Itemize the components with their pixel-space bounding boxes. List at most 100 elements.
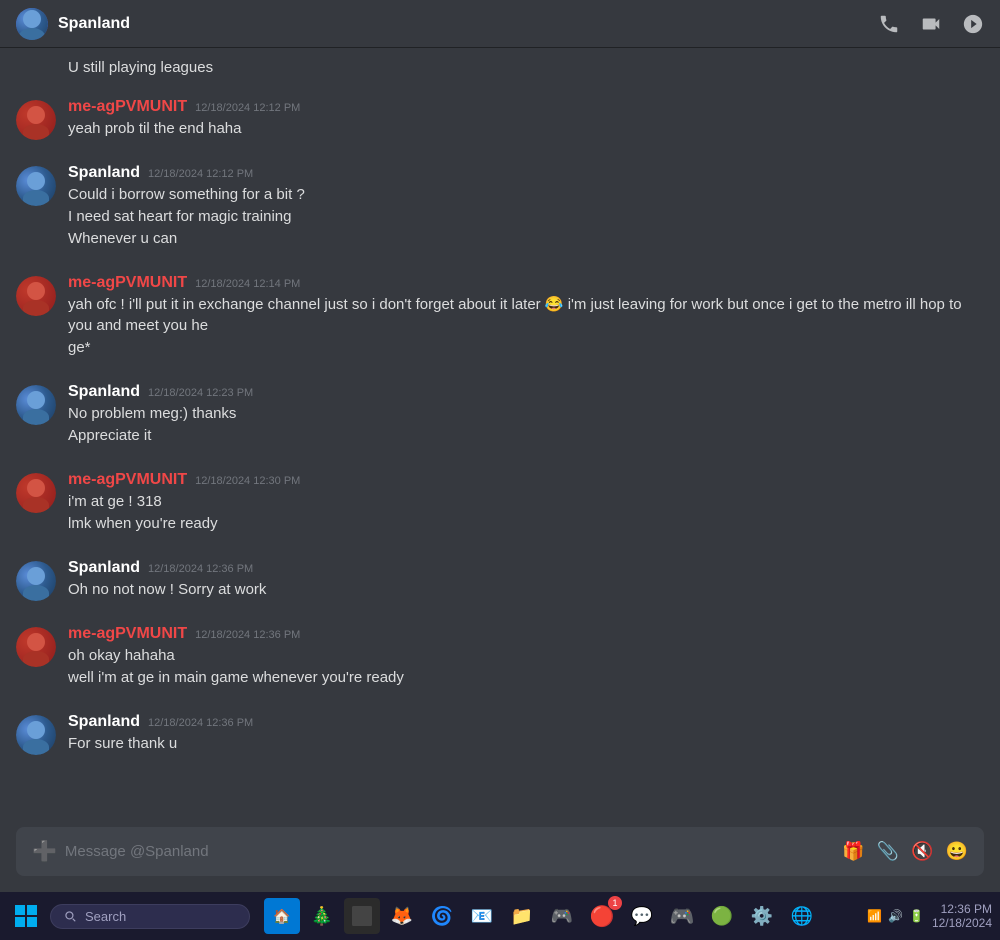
taskbar: Search 🏠 🎄 🦊 🌀 📧 📁 🎮 🔴 1 💬 🎮 🟢 ⚙️ 🌐 📶 🔊 — [0, 892, 1000, 940]
username-spanland: Spanland — [68, 713, 140, 731]
time-display: 12:36 PM — [932, 902, 992, 916]
taskbar-app-icon-2[interactable]: 🎄 — [304, 898, 340, 934]
message-text-1: Oh no not now ! Sorry at work — [68, 579, 984, 600]
message-text: U still playing leagues — [68, 59, 213, 76]
timestamp: 12/18/2024 12:36 PM — [195, 629, 300, 641]
header-left: Spanland — [16, 8, 130, 40]
voice-call-icon[interactable] — [878, 13, 900, 35]
message-group-spanland-2: Spanland 12/18/2024 12:23 PM No problem … — [0, 379, 1000, 451]
clock[interactable]: 12:36 PM 12/18/2024 — [932, 902, 992, 930]
volume-icon[interactable]: 🔊 — [888, 909, 903, 923]
timestamp: 12/18/2024 12:36 PM — [148, 563, 253, 575]
wifi-icon[interactable]: 📶 — [867, 909, 882, 923]
message-group-spanland-1: Spanland 12/18/2024 12:12 PM Could i bor… — [0, 160, 1000, 254]
message-header: Spanland 12/18/2024 12:12 PM — [68, 164, 984, 182]
battery-icon[interactable]: 🔋 — [909, 909, 924, 923]
message-content: me-agPVMUNIT 12/18/2024 12:30 PM i'm at … — [68, 471, 984, 535]
message-text: yeah prob til the end haha — [68, 118, 984, 139]
avatar-spanland — [16, 166, 56, 206]
message-header: me-agPVMUNIT 12/18/2024 12:14 PM — [68, 274, 984, 292]
avatar-spanland — [16, 561, 56, 601]
taskbar-app-icon-11[interactable]: 🟢 — [704, 898, 740, 934]
timestamp: 12/18/2024 12:36 PM — [148, 717, 253, 729]
taskbar-app-icon-6[interactable]: 📧 — [464, 898, 500, 934]
avatar-me — [16, 100, 56, 140]
video-call-icon[interactable] — [920, 13, 942, 35]
message-text-2: I need sat heart for magic training — [68, 206, 984, 227]
taskbar-app-icon-12[interactable]: ⚙️ — [744, 898, 780, 934]
timestamp: 12/18/2024 12:12 PM — [148, 168, 253, 180]
avatar-spanland — [16, 385, 56, 425]
username-spanland: Spanland — [68, 559, 140, 577]
taskbar-app-icon-discord[interactable]: 🎮 — [664, 898, 700, 934]
message-input-bar[interactable]: ➕ Message @Spanland 🎁 📎 🔇 😀 — [16, 827, 984, 876]
message-group-me-2: me-agPVMUNIT 12/18/2024 12:14 PM yah ofc… — [0, 270, 1000, 363]
timestamp: 12/18/2024 12:23 PM — [148, 387, 253, 399]
taskbar-app-icon-4[interactable]: 🦊 — [384, 898, 420, 934]
header-right — [878, 13, 984, 35]
message-text-2: Appreciate it — [68, 425, 984, 446]
message-text-2: lmk when you're ready — [68, 513, 984, 534]
message-content: Spanland 12/18/2024 12:23 PM No problem … — [68, 383, 984, 447]
message-text-1: Could i borrow something for a bit ? — [68, 184, 984, 205]
message-text-1: No problem meg:) thanks — [68, 403, 984, 424]
message-continuation-1: U still playing leagues — [0, 56, 1000, 80]
taskbar-tray: 📶 🔊 🔋 12:36 PM 12/18/2024 — [867, 902, 992, 930]
chat-header: Spanland — [0, 0, 1000, 48]
message-header: me-agPVMUNIT 12/18/2024 12:36 PM — [68, 625, 984, 643]
gift-icon[interactable]: 🎁 — [842, 841, 864, 862]
message-header: Spanland 12/18/2024 12:23 PM — [68, 383, 984, 401]
sticker-icon[interactable]: 🔇 — [911, 841, 933, 862]
timestamp: 12/18/2024 12:12 PM — [195, 102, 300, 114]
taskbar-apps: 🏠 🎄 🦊 🌀 📧 📁 🎮 🔴 1 💬 🎮 🟢 ⚙️ 🌐 — [264, 898, 820, 934]
taskbar-app-icon-8[interactable]: 🎮 — [544, 898, 580, 934]
notification-badge: 1 — [608, 896, 622, 910]
start-button[interactable] — [8, 898, 44, 934]
message-content: me-agPVMUNIT 12/18/2024 12:12 PM yeah pr… — [68, 98, 984, 140]
username-me: me-agPVMUNIT — [68, 471, 187, 489]
username-spanland: Spanland — [68, 164, 140, 182]
message-group-me-3: me-agPVMUNIT 12/18/2024 12:30 PM i'm at … — [0, 467, 1000, 539]
avatar-spanland — [16, 715, 56, 755]
message-group-me-1: me-agPVMUNIT 12/18/2024 12:12 PM yeah pr… — [0, 94, 1000, 144]
pin-icon[interactable] — [962, 13, 984, 35]
message-group-spanland-4: Spanland 12/18/2024 12:36 PM For sure th… — [0, 709, 1000, 759]
taskbar-search[interactable]: Search — [50, 904, 250, 929]
message-header: Spanland 12/18/2024 12:36 PM — [68, 559, 984, 577]
emoji-icon[interactable]: 😀 — [946, 841, 968, 862]
message-header: me-agPVMUNIT 12/18/2024 12:30 PM — [68, 471, 984, 489]
taskbar-app-icon-5[interactable]: 🌀 — [424, 898, 460, 934]
timestamp: 12/18/2024 12:30 PM — [195, 475, 300, 487]
username-me: me-agPVMUNIT — [68, 98, 187, 116]
header-avatar — [16, 8, 48, 40]
search-label: Search — [85, 909, 126, 924]
taskbar-app-icon-13[interactable]: 🌐 — [784, 898, 820, 934]
message-header: me-agPVMUNIT 12/18/2024 12:12 PM — [68, 98, 984, 116]
windows-logo-icon — [14, 904, 38, 928]
message-text-1: i'm at ge ! 318 — [68, 491, 984, 512]
discord-icon: 🎮 — [670, 904, 695, 929]
taskbar-app-icon-1[interactable]: 🏠 — [264, 898, 300, 934]
avatar-me — [16, 473, 56, 513]
taskbar-app-icon-9[interactable]: 🔴 1 — [584, 898, 620, 934]
chat-area: U still playing leagues me-agPVMUNIT 12/… — [0, 48, 1000, 827]
avatar-me — [16, 276, 56, 316]
message-content: Spanland 12/18/2024 12:36 PM Oh no not n… — [68, 559, 984, 601]
taskbar-app-icon-3[interactable] — [344, 898, 380, 934]
message-group-me-4: me-agPVMUNIT 12/18/2024 12:36 PM oh okay… — [0, 621, 1000, 693]
gif-icon[interactable]: 📎 — [877, 841, 899, 862]
username-spanland: Spanland — [68, 383, 140, 401]
message-content: Spanland 12/18/2024 12:36 PM For sure th… — [68, 713, 984, 755]
message-text-2: ge* — [68, 337, 984, 358]
add-attachment-icon[interactable]: ➕ — [32, 839, 57, 864]
message-header: Spanland 12/18/2024 12:36 PM — [68, 713, 984, 731]
taskbar-app-icon-7[interactable]: 📁 — [504, 898, 540, 934]
username-me: me-agPVMUNIT — [68, 274, 187, 292]
message-text-2: well i'm at ge in main game whenever you… — [68, 667, 984, 688]
taskbar-app-icon-10[interactable]: 💬 — [624, 898, 660, 934]
timestamp: 12/18/2024 12:14 PM — [195, 278, 300, 290]
message-input-placeholder[interactable]: Message @Spanland — [65, 843, 834, 860]
message-text-3: Whenever u can — [68, 228, 984, 249]
search-icon — [63, 909, 77, 923]
message-text-1: yah ofc ! i'll put it in exchange channe… — [68, 294, 984, 336]
